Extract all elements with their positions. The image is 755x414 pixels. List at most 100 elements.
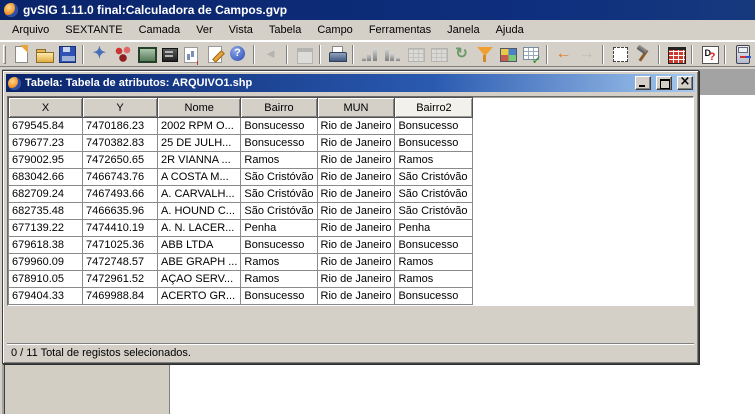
column-header-bairro[interactable]: Bairro (240, 97, 318, 118)
menu-item-vista[interactable]: Vista (221, 21, 261, 39)
cell[interactable]: Bonsucesso (240, 287, 318, 305)
column-header-y[interactable]: Y (82, 97, 158, 118)
cell[interactable]: 7471025.36 (82, 236, 158, 254)
cell[interactable]: ABE GRAPH ... (157, 253, 242, 271)
cell[interactable]: 678910.05 (8, 270, 83, 288)
cell[interactable]: ABB LTDA (157, 236, 242, 254)
cell[interactable]: 679960.09 (8, 253, 83, 271)
column-header-x[interactable]: X (8, 97, 83, 118)
cell[interactable]: 7472650.65 (82, 151, 158, 169)
cell[interactable]: Ramos (394, 270, 474, 288)
cell[interactable]: Penha (240, 219, 318, 237)
cell[interactable]: Ramos (394, 151, 474, 169)
cell[interactable]: 7467493.66 (82, 185, 158, 203)
cell[interactable]: 7469988.84 (82, 287, 158, 305)
cell[interactable]: Rio de Janeiro (317, 236, 396, 254)
table-row[interactable]: 679404.33 7469988.84 ACERTO GR... Bonsucess… (8, 287, 474, 305)
sextante-notes-icon[interactable] (203, 43, 226, 65)
menu-item-camada[interactable]: Camada (131, 21, 189, 39)
table-row[interactable]: 679618.38 7471025.36 ABB LTDA Bonsucesso Rio… (8, 236, 474, 254)
cell[interactable]: 682735.48 (8, 202, 83, 220)
cell[interactable]: Rio de Janeiro (317, 253, 396, 271)
cell[interactable]: 7472748.57 (82, 253, 158, 271)
cell[interactable]: 7472961.52 (82, 270, 158, 288)
save-project-icon[interactable] (55, 43, 78, 65)
cell[interactable]: Rio de Janeiro (317, 219, 396, 237)
sextante-models-icon[interactable] (111, 43, 134, 65)
open-project-icon[interactable] (32, 43, 55, 65)
print-icon[interactable] (325, 43, 348, 65)
cell[interactable]: 7470186.23 (82, 117, 158, 135)
sort-ascending-icon[interactable] (358, 43, 381, 65)
cell[interactable]: São Cristóvão (394, 185, 474, 203)
cell[interactable]: 679002.95 (8, 151, 83, 169)
cell[interactable]: AÇAO SERV... (157, 270, 242, 288)
menu-item-campo[interactable]: Campo (309, 21, 360, 39)
cell[interactable]: Rio de Janeiro (317, 270, 396, 288)
menu-item-ferramentas[interactable]: Ferramentas (361, 21, 439, 39)
cell[interactable]: São Cristóvão (394, 168, 474, 186)
menu-item-ajuda[interactable]: Ajuda (488, 21, 532, 39)
selection-tools-icon[interactable] (608, 43, 631, 65)
cell[interactable]: Penha (394, 219, 474, 237)
cell[interactable]: Bonsucesso (394, 134, 474, 152)
help-icon[interactable]: ? (226, 43, 249, 65)
cell[interactable]: Bonsucesso (394, 117, 474, 135)
sextante-history-icon[interactable] (157, 43, 180, 65)
minimize-button[interactable] (635, 76, 651, 90)
cell[interactable]: Ramos (394, 253, 474, 271)
table-scrollpane[interactable]: X Y Nome Bairro MUN Bairro2 679545.84 7470186.… (7, 96, 694, 306)
cell[interactable]: A. HOUND C... (157, 202, 242, 220)
cell[interactable]: Ramos (240, 151, 318, 169)
cell[interactable]: Bonsucesso (240, 134, 318, 152)
cell[interactable]: Rio de Janeiro (317, 168, 396, 186)
cell[interactable]: São Cristóvão (240, 185, 318, 203)
menu-item-ver[interactable]: Ver (188, 21, 221, 39)
cell[interactable]: 7466635.96 (82, 202, 158, 220)
table-check-icon[interactable] (519, 43, 542, 66)
cell[interactable]: Bonsucesso (394, 236, 474, 254)
back-arrow-icon[interactable]: ← (552, 43, 575, 65)
field-manager-icon[interactable] (697, 43, 720, 65)
cell[interactable]: Rio de Janeiro (317, 287, 396, 305)
cell[interactable]: 679618.38 (8, 236, 83, 254)
cell[interactable]: São Cristóvão (240, 202, 318, 220)
cell[interactable]: ACERTO GR... (157, 287, 242, 305)
table-row[interactable]: 682709.24 7467493.66 A. CARVALH... São Cris… (8, 185, 474, 203)
table-row[interactable]: 677139.22 7474410.19 A. N. LACER... Penha Ri… (8, 219, 474, 237)
cell[interactable]: 25 DE JULH... (157, 134, 242, 152)
maximize-button[interactable] (656, 76, 672, 90)
table-row[interactable]: 679545.84 7470186.23 2002 RPM O... Bonsuces… (8, 117, 474, 135)
toolbar-handle[interactable] (3, 44, 6, 64)
column-header-mun[interactable]: MUN (316, 97, 396, 118)
cell[interactable]: Ramos (240, 253, 318, 271)
cell[interactable]: A COSTA M... (157, 168, 242, 186)
column-header-nome[interactable]: Nome (156, 97, 242, 118)
new-document-icon[interactable] (9, 43, 32, 65)
menu-item-sextante[interactable]: SEXTANTE (57, 21, 130, 39)
cell[interactable]: A. CARVALH... (157, 185, 242, 203)
sextante-results-icon[interactable] (180, 43, 203, 65)
cell[interactable]: Rio de Janeiro (317, 117, 396, 135)
table-row[interactable]: 679677.23 7470382.83 25 DE JULH... Bonsuces… (8, 134, 474, 152)
sextante-console-icon[interactable] (134, 43, 157, 65)
cell[interactable]: São Cristóvão (394, 202, 474, 220)
cell[interactable]: Rio de Janeiro (317, 134, 396, 152)
cell[interactable]: 7466743.76 (82, 168, 158, 186)
cell[interactable]: 2002 RPM O... (157, 117, 242, 135)
cell[interactable]: 679545.84 (8, 117, 83, 135)
table-row[interactable]: 682735.48 7466635.96 A. HOUND C... São Cris… (8, 202, 474, 220)
table-row[interactable]: 679960.09 7472748.57 ABE GRAPH ... Ramos Rio… (8, 253, 474, 271)
cell[interactable]: Bonsucesso (240, 117, 318, 135)
cell[interactable]: Rio de Janeiro (317, 202, 396, 220)
cell[interactable]: 679404.33 (8, 287, 83, 305)
cell[interactable]: Ramos (240, 270, 318, 288)
cell[interactable]: 677139.22 (8, 219, 83, 237)
preferences-tools-icon[interactable] (631, 43, 654, 65)
menu-item-arquivo[interactable]: Arquivo (4, 21, 57, 39)
table-window-titlebar[interactable]: Tabela: Tabela de atributos: ARQUIVO1.sh… (6, 74, 695, 92)
cell[interactable]: Rio de Janeiro (317, 151, 396, 169)
cell[interactable]: Rio de Janeiro (317, 185, 396, 203)
cell[interactable]: 2R VIANNA ... (157, 151, 242, 169)
sextante-toolbox-icon[interactable]: ✦ (88, 43, 111, 65)
